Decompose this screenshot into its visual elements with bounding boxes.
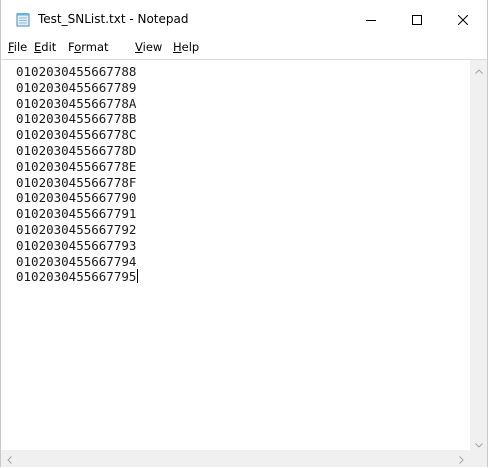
menu-help[interactable]: Help bbox=[173, 40, 199, 55]
text-line: 010203045566778A bbox=[16, 95, 137, 111]
chevron-up-icon bbox=[474, 59, 483, 78]
scroll-left-button[interactable] bbox=[1, 450, 18, 467]
menu-bar: File Edit Format View Help bbox=[1, 38, 487, 57]
text-line: 0102030455667790 bbox=[16, 190, 137, 206]
text-line: 010203045566778D bbox=[16, 142, 137, 158]
menu-edit[interactable]: Edit bbox=[34, 40, 56, 55]
close-button[interactable] bbox=[440, 0, 486, 38]
scroll-corner bbox=[470, 450, 487, 467]
last-text-line: 0102030455667795 bbox=[16, 269, 139, 285]
minimize-icon bbox=[366, 10, 376, 29]
minimize-button[interactable] bbox=[348, 0, 394, 38]
text-line: 0102030455667788 bbox=[16, 64, 137, 79]
window-title: Test_SNList.txt - Notepad bbox=[38, 12, 189, 26]
text-line: 010203045566778C bbox=[16, 127, 137, 143]
text-content[interactable]: 0102030455667788 0102030455667789 010203… bbox=[16, 64, 139, 285]
horizontal-scrollbar[interactable] bbox=[1, 450, 470, 467]
text-line: 0102030455667794 bbox=[16, 253, 137, 269]
chevron-left-icon bbox=[7, 449, 12, 468]
text-line: 0102030455667789 bbox=[16, 79, 137, 95]
notepad-window: Test_SNList.txt - Notepad File Edit Form… bbox=[0, 0, 488, 467]
text-line: 010203045566778E bbox=[16, 158, 137, 174]
text-line: 0102030455667791 bbox=[16, 206, 137, 222]
maximize-icon bbox=[412, 10, 422, 29]
text-caret bbox=[137, 269, 139, 284]
text-editor[interactable]: 0102030455667788 0102030455667789 010203… bbox=[1, 59, 487, 467]
title-bar[interactable]: Test_SNList.txt - Notepad bbox=[1, 0, 487, 38]
scroll-up-button[interactable] bbox=[470, 60, 487, 77]
chevron-right-icon bbox=[459, 449, 464, 468]
menu-format[interactable]: Format bbox=[68, 40, 109, 55]
scroll-right-button[interactable] bbox=[453, 450, 470, 467]
menu-view[interactable]: View bbox=[135, 40, 162, 55]
vertical-scrollbar[interactable] bbox=[470, 60, 487, 451]
text-line: 010203045566778B bbox=[16, 111, 137, 127]
menu-file[interactable]: File bbox=[8, 40, 27, 55]
notepad-icon[interactable] bbox=[16, 12, 30, 27]
text-line: 0102030455667792 bbox=[16, 221, 137, 237]
scroll-down-button[interactable] bbox=[470, 434, 487, 451]
maximize-button[interactable] bbox=[394, 0, 440, 38]
text-line: 0102030455667793 bbox=[16, 237, 137, 253]
text-line: 010203045566778F bbox=[16, 174, 137, 190]
close-icon bbox=[457, 10, 469, 29]
